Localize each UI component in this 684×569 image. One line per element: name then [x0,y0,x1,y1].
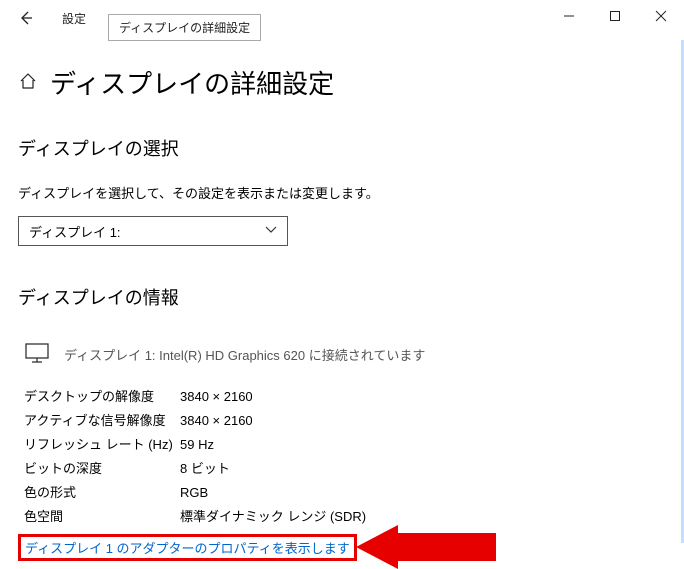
titlebar: 設定 ディスプレイの詳細設定 [0,0,684,36]
close-button[interactable] [638,0,684,32]
info-section-title: ディスプレイの情報 [18,284,666,310]
page-title: ディスプレイの詳細設定 [50,64,334,101]
spec-row: ビットの深度8 ビット [24,457,666,481]
maximize-button[interactable] [592,0,638,32]
spec-label: 色空間 [24,505,180,529]
monitor-icon [24,342,50,367]
window-controls [546,0,684,32]
close-icon [655,10,667,22]
spec-label: リフレッシュ レート (Hz) [24,433,180,457]
select-help-text: ディスプレイを選択して、その設定を表示または変更します。 [18,183,666,202]
spec-value: RGB [180,481,208,505]
display-dropdown[interactable]: ディスプレイ 1: [18,216,288,246]
select-section-title: ディスプレイの選択 [18,135,666,161]
minimize-button[interactable] [546,0,592,32]
home-icon[interactable] [18,71,38,94]
chevron-down-icon [265,226,277,237]
spec-value: 59 Hz [180,433,214,457]
arrow-left-icon [18,10,34,26]
spec-row: 色空間標準ダイナミック レンジ (SDR) [24,505,666,529]
app-title: 設定 [62,10,86,27]
callout-highlight: ディスプレイ 1 のアダプターのプロパティを表示します [18,534,357,561]
spec-row: デスクトップの解像度3840 × 2160 [24,385,666,409]
spec-label: デスクトップの解像度 [24,385,180,409]
spec-row: リフレッシュ レート (Hz)59 Hz [24,433,666,457]
spec-table: デスクトップの解像度3840 × 2160 アクティブな信号解像度3840 × … [24,385,666,529]
dropdown-value: ディスプレイ 1: [29,222,121,241]
spec-label: ビットの深度 [24,457,180,481]
spec-value: 8 ビット [180,457,230,481]
spec-row: 色の形式RGB [24,481,666,505]
connection-row: ディスプレイ 1: Intel(R) HD Graphics 620 に接続され… [18,342,666,367]
tooltip: ディスプレイの詳細設定 [108,14,261,41]
connection-text: ディスプレイ 1: Intel(R) HD Graphics 620 に接続され… [64,345,425,364]
spec-value: 3840 × 2160 [180,385,253,409]
back-button[interactable] [10,2,42,34]
spec-label: アクティブな信号解像度 [24,409,180,433]
spec-value: 標準ダイナミック レンジ (SDR) [180,505,366,529]
callout-arrow [356,525,496,569]
adapter-properties-link[interactable]: ディスプレイ 1 のアダプターのプロパティを表示します [25,541,350,556]
page-header: ディスプレイの詳細設定 [18,64,666,101]
maximize-icon [609,10,621,22]
spec-label: 色の形式 [24,481,180,505]
spec-value: 3840 × 2160 [180,409,253,433]
spec-row: アクティブな信号解像度3840 × 2160 [24,409,666,433]
arrow-head-icon [356,525,398,569]
minimize-icon [563,10,575,22]
